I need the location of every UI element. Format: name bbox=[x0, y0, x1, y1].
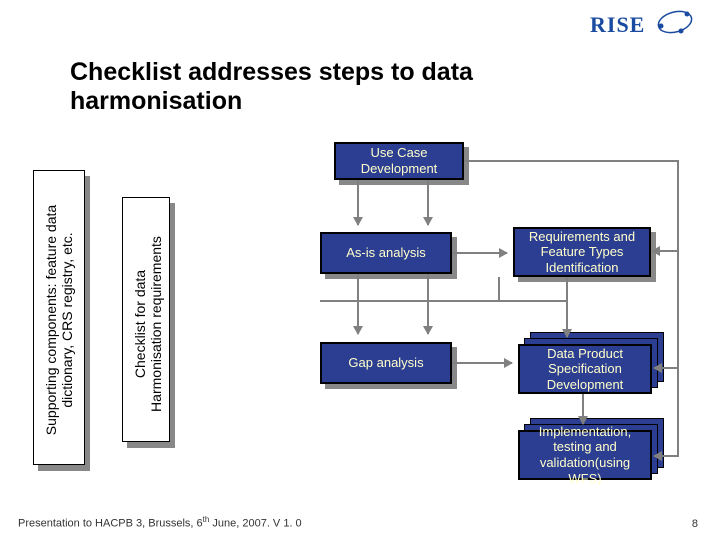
box-data-product-spec: Data Product Specification Development bbox=[518, 344, 652, 394]
box-gap: Gap analysis bbox=[320, 342, 452, 384]
arrow-asis-gap-2 bbox=[427, 274, 429, 334]
arrow-usecase-asis-1 bbox=[357, 180, 359, 225]
logo: RISE bbox=[590, 12, 690, 52]
vbar-supporting: Supporting components: feature data dict… bbox=[33, 170, 85, 465]
box-asis-label: As-is analysis bbox=[346, 245, 425, 261]
box-requirements: Requirements and Feature Types Identific… bbox=[513, 227, 651, 277]
logo-orbit-icon bbox=[655, 4, 695, 40]
page-number: 8 bbox=[692, 518, 698, 530]
arrow-usecase-asis-2 bbox=[427, 180, 429, 225]
vbar2-line2: Harmonisation requirements bbox=[148, 219, 164, 429]
arrow-into-dps bbox=[654, 367, 679, 369]
vbar1-line1: Supporting components: feature data bbox=[43, 180, 59, 460]
conn-req-down bbox=[498, 277, 500, 302]
box-usecase: Use Case Development bbox=[334, 142, 464, 180]
arrow-into-req bbox=[652, 250, 677, 252]
page-title: Checklist addresses steps to data harmon… bbox=[70, 58, 570, 116]
arrow-into-impl bbox=[654, 455, 679, 457]
footer-text-pre: Presentation to HACPB 3, Brussels, 6 bbox=[18, 518, 203, 530]
arrow-req-dps bbox=[566, 277, 568, 337]
footer-text-post: June, 2007. V 1. 0 bbox=[209, 518, 301, 530]
conn-req-h bbox=[498, 300, 568, 302]
box-req-label: Requirements and Feature Types Identific… bbox=[519, 229, 645, 276]
box-asis: As-is analysis bbox=[320, 232, 452, 274]
footer-left: Presentation to HACPB 3, Brussels, 6th J… bbox=[18, 515, 302, 530]
conn-mid-h bbox=[320, 300, 500, 302]
box-dps-label: Data Product Specification Development bbox=[524, 346, 646, 393]
arrow-gap-dps bbox=[452, 362, 512, 364]
vbar-checklist: Checklist for data Harmonisation require… bbox=[122, 197, 170, 442]
conn-right-vertical bbox=[677, 160, 679, 457]
conn-usecase-right bbox=[464, 160, 679, 162]
box-gap-label: Gap analysis bbox=[348, 355, 423, 371]
arrow-asis-gap-1 bbox=[357, 274, 359, 334]
vbar1-line2: dictionary, CRS registry, etc. bbox=[59, 180, 75, 460]
box-usecase-label: Use Case Development bbox=[340, 145, 458, 176]
vbar2-line1: Checklist for data bbox=[132, 219, 148, 429]
arrow-asis-req bbox=[452, 252, 507, 254]
flow-diagram: Supporting components: feature data dict… bbox=[30, 140, 700, 510]
box-impl-label: Implementation, testing and validation(u… bbox=[524, 424, 646, 486]
arrow-dps-impl bbox=[582, 394, 584, 424]
box-implementation: Implementation, testing and validation(u… bbox=[518, 430, 652, 480]
logo-text: RISE bbox=[590, 12, 645, 37]
